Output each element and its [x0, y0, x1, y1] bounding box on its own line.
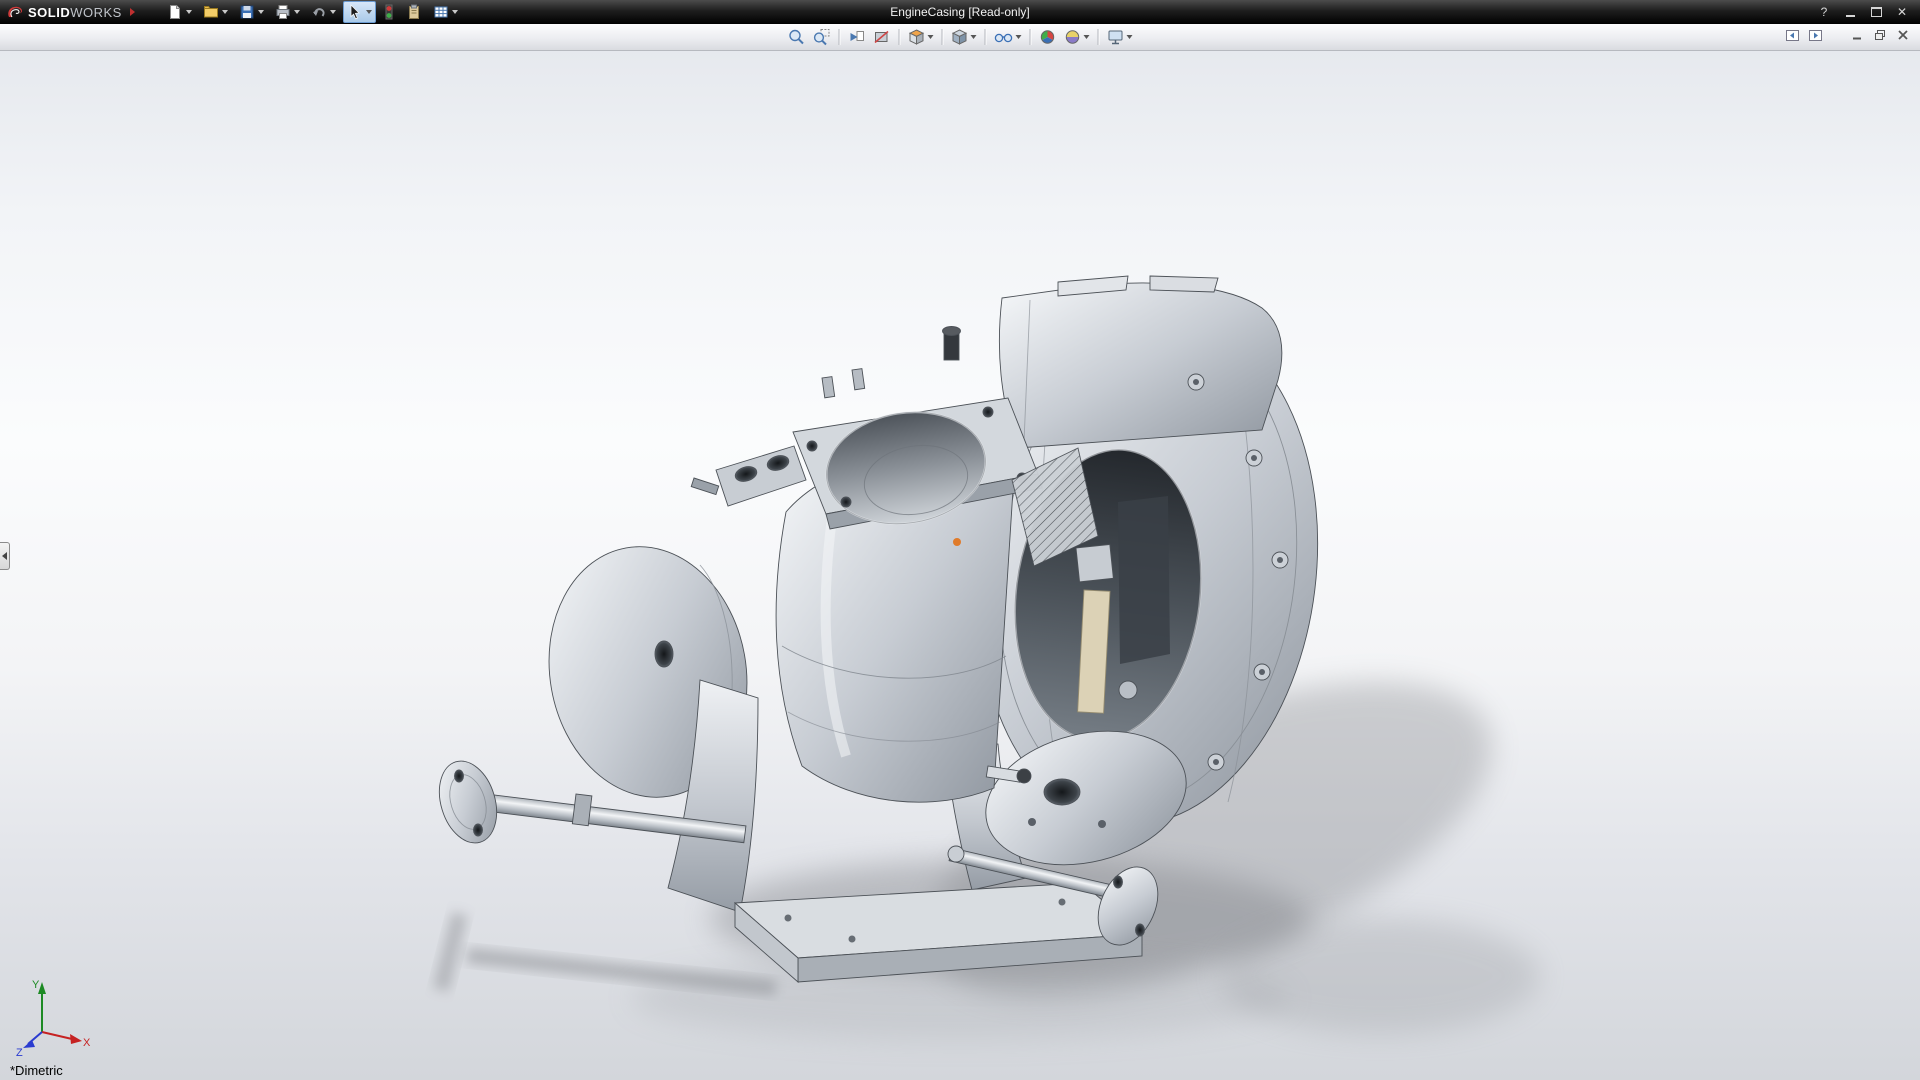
appearance-ball-icon: [1039, 28, 1057, 46]
selection-marker: [953, 538, 961, 546]
toolbar-separator: [1030, 29, 1031, 45]
display-style-cube-icon: [951, 28, 969, 46]
doc-minimize-button[interactable]: [1848, 27, 1866, 43]
chevron-down-icon[interactable]: [928, 35, 934, 39]
toolbar-separator: [839, 29, 840, 45]
headsup-toolbar: [785, 24, 1136, 50]
next-window-button[interactable]: [1806, 27, 1824, 43]
document-window-controls: [1783, 27, 1912, 43]
previous-window-icon: [1785, 29, 1800, 42]
brand-name: SOLIDWORKS: [28, 5, 122, 20]
chevron-down-icon[interactable]: [258, 10, 264, 14]
hide-show-items-button[interactable]: [991, 26, 1025, 48]
clipboard-icon: [406, 4, 422, 20]
chevron-down-icon[interactable]: [971, 35, 977, 39]
save-icon: [239, 4, 255, 20]
minimize-icon: [1846, 15, 1855, 17]
color-swatch-button[interactable]: [379, 1, 399, 23]
chevron-down-icon[interactable]: [1127, 35, 1133, 39]
minimize-button[interactable]: [1840, 4, 1860, 20]
zoom-to-area-icon: [813, 28, 831, 46]
open-button[interactable]: [199, 1, 232, 23]
undo-button[interactable]: [307, 1, 340, 23]
menu-expand-arrow-icon[interactable]: [130, 8, 135, 16]
previous-view-button[interactable]: [845, 26, 869, 48]
select-button[interactable]: [343, 1, 376, 23]
titlebar: SOLIDWORKS: [0, 0, 1920, 24]
save-button[interactable]: [235, 1, 268, 23]
view-orientation-label: *Dimetric: [10, 1063, 63, 1078]
view-orientation-button[interactable]: [905, 26, 937, 48]
triad-x-arrow-icon: [70, 1034, 82, 1044]
graphics-viewport[interactable]: Y X Z *Dimetric: [0, 50, 1920, 1080]
triad-y-label: Y: [32, 979, 40, 991]
print-icon: [275, 4, 291, 20]
color-swatch-icon: [383, 4, 395, 20]
zoom-to-fit-icon: [788, 28, 806, 46]
window-controls: ? ✕: [1814, 4, 1920, 20]
headsup-toolbar-bar: [0, 24, 1920, 51]
next-window-icon: [1808, 29, 1823, 42]
view-settings-monitor-icon: [1107, 28, 1125, 46]
close-button[interactable]: ✕: [1892, 4, 1912, 20]
grid-table-icon: [433, 4, 449, 20]
clipboard-button[interactable]: [402, 1, 426, 23]
chevron-down-icon[interactable]: [1084, 35, 1090, 39]
doc-close-button[interactable]: [1894, 27, 1912, 43]
doc-restore-button[interactable]: [1871, 27, 1889, 43]
select-cursor-icon: [347, 4, 363, 20]
triad-z-arrow-icon: [23, 1040, 35, 1048]
chevron-down-icon[interactable]: [1016, 35, 1022, 39]
maximize-button[interactable]: [1866, 4, 1886, 20]
new-document-button[interactable]: [163, 1, 196, 23]
previous-window-button[interactable]: [1783, 27, 1801, 43]
chevron-down-icon[interactable]: [452, 10, 458, 14]
view-orientation-cube-icon: [908, 28, 926, 46]
document-title: EngineCasing [Read-only]: [890, 0, 1029, 24]
open-folder-icon: [203, 4, 219, 20]
engine-casing-3d-model[interactable]: [0, 50, 1920, 1080]
brand-bold: SOLID: [28, 5, 70, 20]
eyeglasses-icon: [994, 28, 1014, 46]
doc-minimize-icon: [1850, 29, 1864, 41]
section-view-button[interactable]: [870, 26, 894, 48]
chevron-down-icon[interactable]: [330, 10, 336, 14]
titlebar-toolbar: [163, 1, 462, 23]
section-view-icon: [873, 28, 891, 46]
apply-scene-button[interactable]: [1061, 26, 1093, 48]
toolbar-separator: [985, 29, 986, 45]
collapse-arrow-icon: [2, 552, 7, 560]
chevron-down-icon[interactable]: [294, 10, 300, 14]
brand-light: WORKS: [70, 5, 122, 20]
view-settings-button[interactable]: [1104, 26, 1136, 48]
toolbar-separator: [942, 29, 943, 45]
chevron-down-icon[interactable]: [366, 10, 372, 14]
grid-button[interactable]: [429, 1, 462, 23]
toolbar-separator: [1098, 29, 1099, 45]
maximize-icon: [1871, 7, 1882, 17]
triad-x-label: X: [83, 1037, 91, 1049]
toolbar-separator: [899, 29, 900, 45]
zoom-to-fit-button[interactable]: [785, 26, 809, 48]
print-button[interactable]: [271, 1, 304, 23]
chevron-down-icon[interactable]: [222, 10, 228, 14]
help-button[interactable]: ?: [1814, 4, 1834, 20]
zoom-to-area-button[interactable]: [810, 26, 834, 48]
undo-arrow-icon: [311, 4, 327, 20]
scene-sphere-icon: [1064, 28, 1082, 46]
edit-appearance-button[interactable]: [1036, 26, 1060, 48]
solidworks-logo: SOLIDWORKS: [0, 4, 135, 20]
new-document-icon: [167, 4, 183, 20]
previous-view-icon: [848, 28, 866, 46]
doc-close-icon: [1896, 29, 1910, 41]
display-style-button[interactable]: [948, 26, 980, 48]
chevron-down-icon[interactable]: [186, 10, 192, 14]
reference-triad: Y X Z: [12, 976, 92, 1056]
ds-swirl-icon: [6, 4, 24, 20]
triad-z-label: Z: [16, 1047, 23, 1056]
featuremanager-collapse-tab[interactable]: [0, 542, 10, 570]
doc-restore-icon: [1873, 29, 1887, 41]
